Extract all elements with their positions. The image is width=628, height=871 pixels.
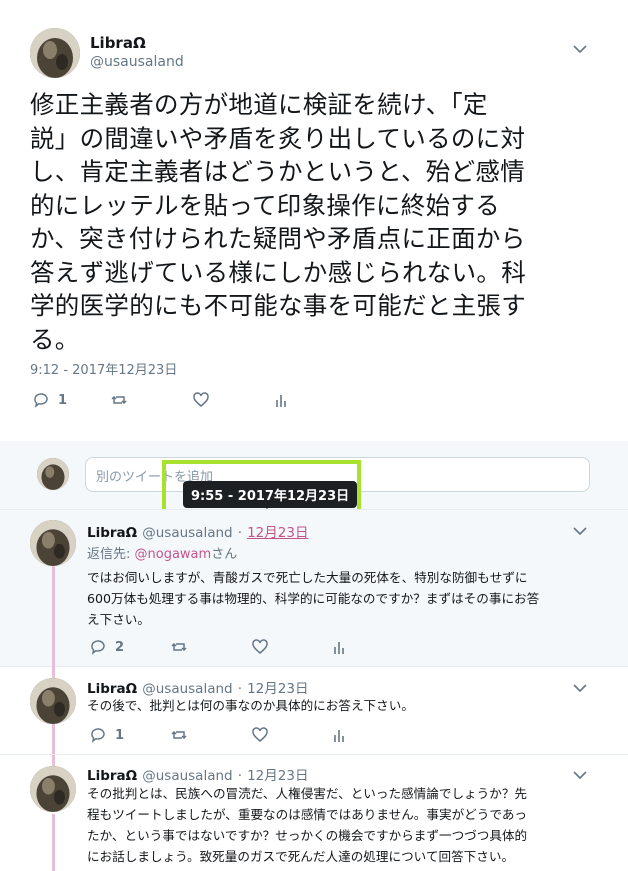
- retweet-button[interactable]: [110, 391, 128, 409]
- user-handle[interactable]: @usausaland: [142, 525, 232, 541]
- reply-count: 1: [58, 392, 68, 408]
- reply-icon: [34, 393, 48, 408]
- user-handle[interactable]: @usausaland: [142, 768, 232, 784]
- divider: [0, 666, 628, 667]
- avatar-image: [30, 28, 80, 78]
- tweet-header: LibraΩ @usausaland · 12月23日: [87, 521, 308, 541]
- thread-line: [52, 814, 55, 871]
- thread-line: [52, 566, 55, 666]
- display-name[interactable]: LibraΩ: [90, 34, 146, 52]
- chevron-down-icon[interactable]: [573, 40, 587, 58]
- tweet-line: 600万体も処理する事は物理的、科学的に可能なのですか？まずはその事にお答: [87, 591, 540, 606]
- analytics-icon: [276, 395, 286, 407]
- display-name[interactable]: LibraΩ: [87, 525, 137, 541]
- analytics-button[interactable]: [330, 726, 348, 744]
- avatar[interactable]: [30, 28, 80, 78]
- tweet-header: LibraΩ @usausaland · 12月23日: [87, 677, 308, 697]
- like-icon: [252, 639, 268, 654]
- reply-icon: [91, 728, 105, 743]
- tweet-line: 修正主義者の方が地道に検証を続け、「定: [30, 90, 488, 119]
- tweet-line: ではお伺いしますが、青酸ガスで死亡した大量の死体を、特別な防御もせずに: [87, 570, 528, 585]
- tweet-timestamp[interactable]: 9:12 - 2017年12月23日: [30, 359, 177, 378]
- reply-context: 返信先: @nogawamさん: [87, 543, 237, 562]
- tweet-line: え下さい。: [87, 612, 150, 627]
- retweet-button[interactable]: [170, 726, 188, 744]
- retweet-icon: [171, 642, 187, 652]
- tweet-date[interactable]: 12月23日: [247, 768, 308, 784]
- tweet-header: LibraΩ @usausaland · 12月23日: [87, 764, 308, 784]
- tweet-line: にお話しましょう。致死量のガスで死んだ人達の処理について回答下さい。: [87, 849, 515, 864]
- tweet-text: ではお伺いしますが、青酸ガスで死亡した大量の死体を、特別な防御もせずに 600万…: [87, 567, 607, 630]
- reply-button[interactable]: 1: [32, 391, 67, 409]
- avatar: [37, 458, 69, 490]
- reply-to-suffix: さん: [211, 547, 238, 562]
- like-icon: [252, 727, 268, 742]
- tweet-line: 的にレッテルを貼って印象操作に終始する: [30, 190, 500, 220]
- chevron-down-icon[interactable]: [573, 766, 587, 784]
- retweet-icon: [111, 395, 127, 405]
- tweet-line: 程もツイートしましたが、重要なのは感情ではありません。事実がどうであっ: [87, 807, 528, 822]
- analytics-icon: [334, 642, 344, 654]
- thread-line: [52, 666, 55, 678]
- like-button[interactable]: [251, 726, 269, 744]
- like-button[interactable]: [251, 638, 269, 656]
- reply-to-prefix: 返信先:: [87, 547, 135, 562]
- avatar[interactable]: [30, 520, 76, 566]
- like-icon: [193, 392, 209, 407]
- reply-icon: [91, 640, 105, 655]
- user-handle[interactable]: @usausaland: [90, 54, 184, 70]
- reply-button[interactable]: 1: [89, 726, 124, 744]
- analytics-button[interactable]: [272, 391, 290, 409]
- reply-count: 2: [115, 639, 125, 655]
- tweet-line: し、肯定主義者はどうかというと、殆ど感情: [30, 157, 526, 186]
- retweet-button[interactable]: [170, 638, 188, 656]
- tweet-line: 答えず逃げている様にしか感じられない。科: [30, 257, 526, 287]
- reply-button[interactable]: 2: [89, 638, 124, 656]
- like-button[interactable]: [192, 391, 210, 409]
- tweet-line: その後で、批判とは何の事なのか具体的にお答え下さい。: [87, 698, 414, 713]
- tweet-text: その後で、批判とは何の事なのか具体的にお答え下さい。: [87, 695, 607, 716]
- tweet-text: その批判とは、民族への冒涜だ、人権侵害だ、といった感情論でしょうか？先 程もツイ…: [87, 783, 607, 867]
- reply-count: 1: [115, 727, 125, 743]
- tweet-line: その批判とは、民族への冒涜だ、人権侵害だ、といった感情論でしょうか？先: [87, 786, 528, 801]
- tweet-line: 説」の間違いや矛盾を炙り出しているのに対: [30, 123, 526, 153]
- avatar[interactable]: [30, 766, 76, 812]
- separator-dot: ·: [237, 768, 242, 784]
- avatar[interactable]: [30, 678, 76, 724]
- tweet-text: 修正主義者の方が地道に検証を続け、「定 説」の間違いや矛盾を炙り出しているのに対…: [30, 88, 610, 356]
- reply-to-user[interactable]: @nogawam: [135, 547, 212, 562]
- retweet-icon: [171, 730, 187, 740]
- divider: [0, 509, 628, 510]
- divider: [0, 754, 628, 755]
- separator-dot: ·: [237, 525, 242, 541]
- tweet-line: か、突き付けられた疑問や矛盾点に正面から: [30, 224, 526, 253]
- analytics-button[interactable]: [330, 638, 348, 656]
- analytics-icon: [334, 730, 344, 742]
- chevron-down-icon[interactable]: [573, 522, 587, 540]
- display-name[interactable]: LibraΩ: [87, 768, 137, 784]
- tweet-line: 学的医学的にも不可能な事を可能だと主張す: [30, 291, 526, 320]
- tweet-line: る。: [30, 324, 80, 354]
- thread-line: [52, 724, 55, 766]
- tweet-line: たか、という事ではないですか？せっかくの機会ですからまず一つづつ具体的: [87, 828, 528, 843]
- tweet-date[interactable]: 12月23日: [247, 525, 308, 541]
